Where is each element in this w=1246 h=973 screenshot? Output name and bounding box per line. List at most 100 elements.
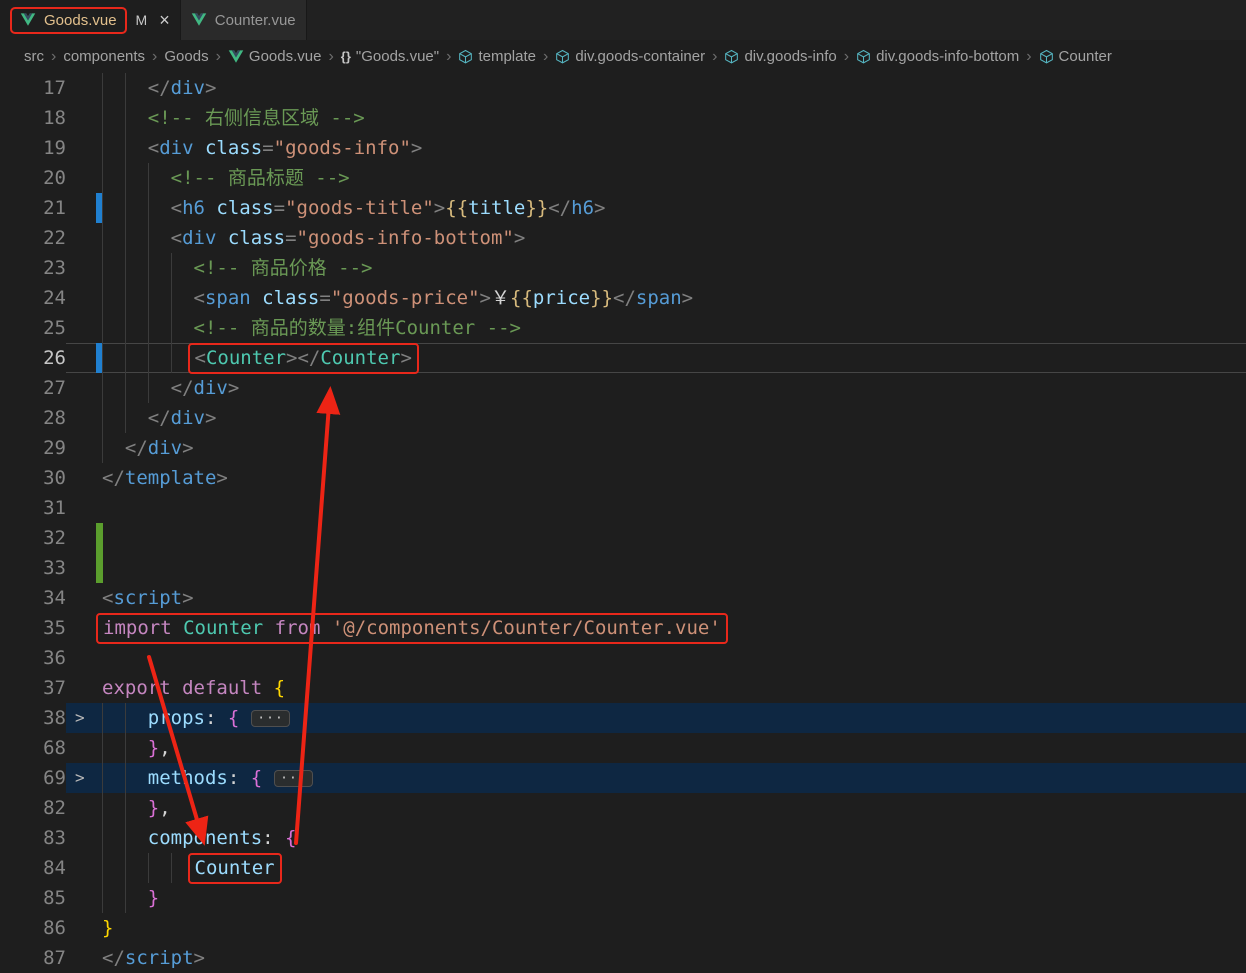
code-text[interactable]	[102, 493, 1246, 523]
line-number[interactable]: 87	[0, 943, 66, 973]
line-number[interactable]: 37	[0, 673, 66, 703]
indent-guide	[124, 223, 126, 253]
code-text[interactable]: props: {···	[102, 703, 1246, 733]
line-number[interactable]: 23	[0, 253, 66, 283]
line-number[interactable]: 27	[0, 373, 66, 403]
code-text[interactable]: },	[102, 733, 1246, 763]
breadcrumb-item-components[interactable]: components	[63, 48, 145, 65]
folded-code-badge[interactable]: ···	[251, 710, 290, 727]
code-token: div	[170, 77, 205, 99]
breadcrumb-item-goods[interactable]: Goods	[164, 48, 208, 65]
line-number[interactable]: 24	[0, 283, 66, 313]
breadcrumb-item-src[interactable]: src	[24, 48, 44, 65]
indent-guide	[147, 313, 149, 343]
code-text[interactable]: <!-- 商品标题 -->	[102, 163, 1246, 193]
breadcrumb-item-goods-vue[interactable]: {} "Goods.vue"	[341, 48, 439, 65]
line-body: <span class="goods-price">￥{{price}}</sp…	[66, 283, 1246, 313]
code-text[interactable]: <div class="goods-info-bottom">	[102, 223, 1246, 253]
line-number[interactable]: 25	[0, 313, 66, 343]
code-text[interactable]: <!-- 商品的数量:组件Counter -->	[102, 313, 1246, 343]
code-token: =	[285, 227, 297, 249]
gutter-decorations	[66, 283, 102, 313]
code-text[interactable]: },	[102, 793, 1246, 823]
line-number[interactable]: 85	[0, 883, 66, 913]
cube-icon	[1039, 49, 1054, 64]
line-number[interactable]: 35	[0, 613, 66, 643]
code-text[interactable]: Counter	[102, 853, 1246, 884]
line-number[interactable]: 20	[0, 163, 66, 193]
close-icon[interactable]: ×	[159, 11, 170, 29]
code-text[interactable]: import Counter from '@/components/Counte…	[96, 613, 1246, 644]
indent-guide	[102, 433, 103, 463]
code-token: {	[273, 677, 286, 699]
code-editor: 17 </div> 18 <!-- 右侧信息区域 --> 19 <div class="g…	[0, 73, 1246, 973]
code-text[interactable]: </div>	[102, 403, 1246, 433]
line-number[interactable]: 19	[0, 133, 66, 163]
breadcrumb-item-template[interactable]: template	[458, 48, 536, 65]
code-line: 22 <div class="goods-info-bottom">	[0, 223, 1246, 253]
line-number[interactable]: 32	[0, 523, 66, 553]
breadcrumb-item-div-goods-container[interactable]: div.goods-container	[555, 48, 705, 65]
fold-chevron-icon[interactable]: >	[75, 763, 85, 793]
breadcrumb-item-goods-vue[interactable]: Goods.vue	[228, 48, 321, 65]
code-text[interactable]: <!-- 商品价格 -->	[102, 253, 1246, 283]
code-line: 34 <script>	[0, 583, 1246, 613]
code-token: >	[182, 587, 194, 609]
line-number[interactable]: 21	[0, 193, 66, 223]
code-text[interactable]: </div>	[102, 373, 1246, 403]
fold-chevron-icon[interactable]: >	[75, 703, 85, 733]
code-text[interactable]: <script>	[102, 583, 1246, 613]
line-number[interactable]: 36	[0, 643, 66, 673]
line-number[interactable]: 33	[0, 553, 66, 583]
line-number[interactable]: 84	[0, 853, 66, 883]
tab-goods-vue[interactable]: Goods.vue M ×	[0, 0, 180, 40]
code-text[interactable]: </div>	[102, 73, 1246, 103]
chevron-right-icon: ›	[712, 47, 718, 65]
code-text[interactable]: methods: {···	[102, 763, 1246, 793]
indent-guide	[147, 163, 149, 193]
code-token: "goods-price"	[330, 287, 480, 309]
line-number[interactable]: 22	[0, 223, 66, 253]
indent-guide	[124, 343, 126, 373]
line-number[interactable]: 18	[0, 103, 66, 133]
line-number[interactable]: 17	[0, 73, 66, 103]
breadcrumb-item-counter[interactable]: Counter	[1039, 48, 1112, 65]
code-token: <!-- 商品价格 -->	[193, 257, 373, 279]
line-number[interactable]: 30	[0, 463, 66, 493]
line-number[interactable]: 86	[0, 913, 66, 943]
code-text[interactable]	[102, 523, 1246, 553]
code-text[interactable]: }	[102, 883, 1246, 913]
tab-counter-vue[interactable]: Counter.vue	[179, 0, 307, 40]
indent-guide	[102, 253, 103, 283]
code-text[interactable]: <h6 class="goods-title">{{title}}</h6>	[102, 193, 1246, 223]
line-number[interactable]: 29	[0, 433, 66, 463]
code-text[interactable]: <!-- 右侧信息区域 -->	[102, 103, 1246, 133]
line-number[interactable]: 83	[0, 823, 66, 853]
breadcrumb-item-div-goods-info-bottom[interactable]: div.goods-info-bottom	[856, 48, 1019, 65]
code-text[interactable]: </template>	[102, 463, 1246, 493]
line-number[interactable]: 69	[0, 763, 66, 793]
line-number[interactable]: 28	[0, 403, 66, 433]
line-number[interactable]: 68	[0, 733, 66, 763]
line-number[interactable]: 31	[0, 493, 66, 523]
code-text[interactable]: <div class="goods-info">	[102, 133, 1246, 163]
code-text[interactable]: components: {	[102, 823, 1246, 853]
code-text[interactable]: }	[102, 913, 1246, 943]
code-text[interactable]	[102, 643, 1246, 673]
code-text[interactable]: <Counter></Counter>	[102, 343, 1246, 374]
folded-code-badge[interactable]: ···	[274, 770, 313, 787]
line-number[interactable]: 34	[0, 583, 66, 613]
code-token: Counter	[183, 617, 264, 639]
indent-guide	[170, 283, 172, 313]
code-text[interactable]: </div>	[102, 433, 1246, 463]
line-body: </div>	[66, 403, 1246, 433]
line-number[interactable]: 38	[0, 703, 66, 733]
breadcrumb-item-div-goods-info[interactable]: div.goods-info	[724, 48, 837, 65]
code-line: 17 </div>	[0, 73, 1246, 103]
line-number[interactable]: 26	[0, 343, 66, 373]
code-text[interactable]: </script>	[102, 943, 1246, 973]
code-text[interactable]: export default {	[102, 673, 1246, 703]
code-text[interactable]: <span class="goods-price">￥{{price}}</sp…	[102, 283, 1246, 313]
code-text[interactable]	[102, 553, 1246, 583]
line-number[interactable]: 82	[0, 793, 66, 823]
